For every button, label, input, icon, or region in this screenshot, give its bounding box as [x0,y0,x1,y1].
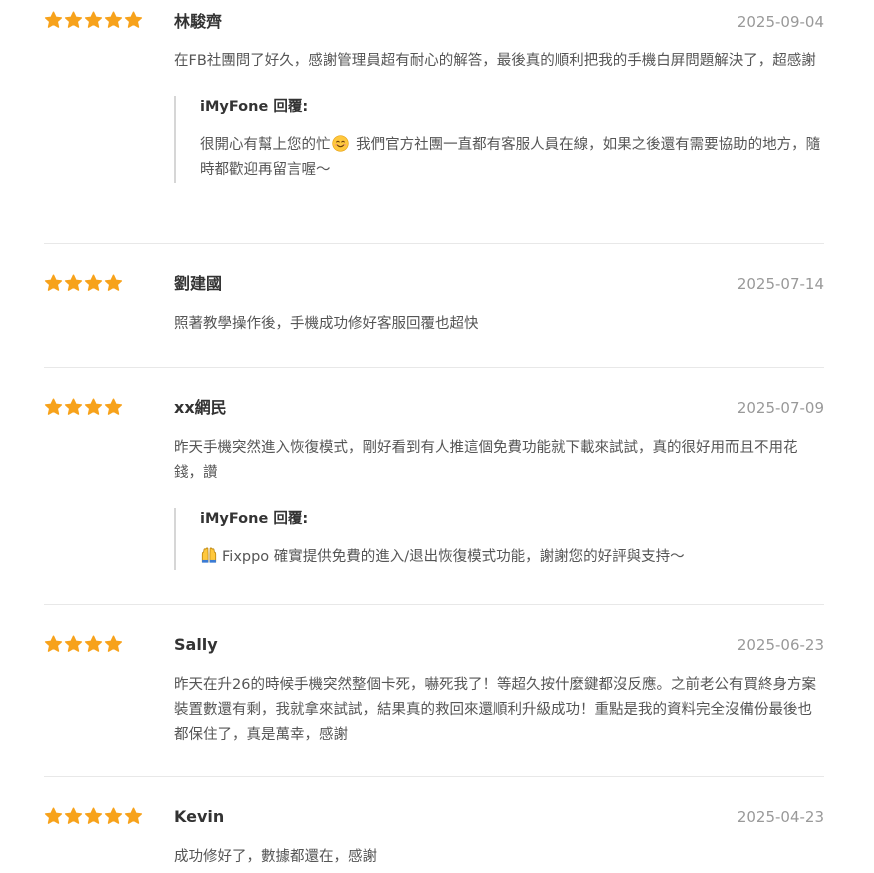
star-icon [104,274,123,292]
raising-hands-icon [201,547,217,563]
reply-author: iMyFone 回覆: [200,511,309,527]
reply-text-after: Fixppo 確實提供免費的進入/退出恢復模式功能，謝謝您的好評與支持～ [222,549,685,565]
review-item: Sally 2025-06-23 昨天在升26的時候手機突然整個卡死，嚇死我了！… [44,605,824,777]
star-icon [64,398,83,416]
reply-author: iMyFone 回覆: [200,99,309,115]
reply-text: 很開心有幫上您的忙 我們官方社團一直都有客服人員在線，如果之後還有需要協助的地方… [200,133,824,183]
star-icon [84,807,103,825]
star-icon [104,398,123,416]
reply-text-before: 很開心有幫上您的忙 [200,137,331,153]
review-list: 林駿齊 2025-09-04 在FB社團問了好久，感謝管理員超有耐心的解答，最後… [44,0,824,873]
star-icon [44,635,63,653]
review-date: 2025-04-23 [736,808,824,826]
review-date: 2025-06-23 [736,636,824,654]
star-rating [44,398,123,416]
reply-block: iMyFone 回覆: 很開心有幫上您的忙 我們官方社團一直都有客服人員在線，如… [174,96,824,183]
star-icon [84,635,103,653]
review-author: 林駿齊 [174,12,223,31]
review-item: 林駿齊 2025-09-04 在FB社團問了好久，感謝管理員超有耐心的解答，最後… [44,0,824,244]
star-icon [64,807,83,825]
review-author: 劉建國 [174,274,223,293]
star-rating [44,635,123,653]
review-text: 在FB社團問了好久，感謝管理員超有耐心的解答，最後真的順利把我的手機白屏問題解決… [174,53,816,69]
star-icon [104,11,123,29]
star-icon [44,807,63,825]
review-text: 照著教學操作後，手機成功修好客服回覆也超快 [174,316,479,332]
review-text: 昨天手機突然進入恢復模式，剛好看到有人推這個免費功能就下載來試試，真的很好用而且… [174,440,798,481]
review-date: 2025-07-14 [736,275,824,293]
star-icon [44,274,63,292]
review-item: 劉建國 2025-07-14 照著教學操作後，手機成功修好客服回覆也超快 [44,244,824,368]
review-text: 成功修好了，數據都還在，感謝 [174,849,377,865]
star-icon [104,807,123,825]
star-icon [64,635,83,653]
review-date: 2025-09-04 [736,13,824,31]
star-icon [104,635,123,653]
star-rating [44,11,143,29]
review-text: 昨天在升26的時候手機突然整個卡死，嚇死我了！等超久按什麼鍵都沒反應。之前老公有… [174,677,816,743]
review-author: Kevin [174,807,225,826]
star-icon [124,807,143,825]
review-author: Sally [174,635,218,654]
star-icon [84,11,103,29]
review-item: xx網民 2025-07-09 昨天手機突然進入恢復模式，剛好看到有人推這個免費… [44,368,824,605]
review-author: xx網民 [174,398,227,417]
star-icon [84,274,103,292]
reply-text: Fixppo 確實提供免費的進入/退出恢復模式功能，謝謝您的好評與支持～ [200,545,824,570]
reply-block: iMyFone 回覆: Fixppo 確實提供免費的進入/退出恢復模式功能，謝謝… [174,508,824,570]
star-icon [44,11,63,29]
review-date: 2025-07-09 [736,399,824,417]
star-icon [124,11,143,29]
star-icon [64,11,83,29]
smiling-face-icon [331,135,349,152]
star-rating [44,807,143,825]
star-icon [64,274,83,292]
star-icon [84,398,103,416]
star-icon [44,398,63,416]
review-item: Kevin 2025-04-23 成功修好了，數據都還在，感謝 [44,777,824,873]
star-rating [44,274,123,292]
